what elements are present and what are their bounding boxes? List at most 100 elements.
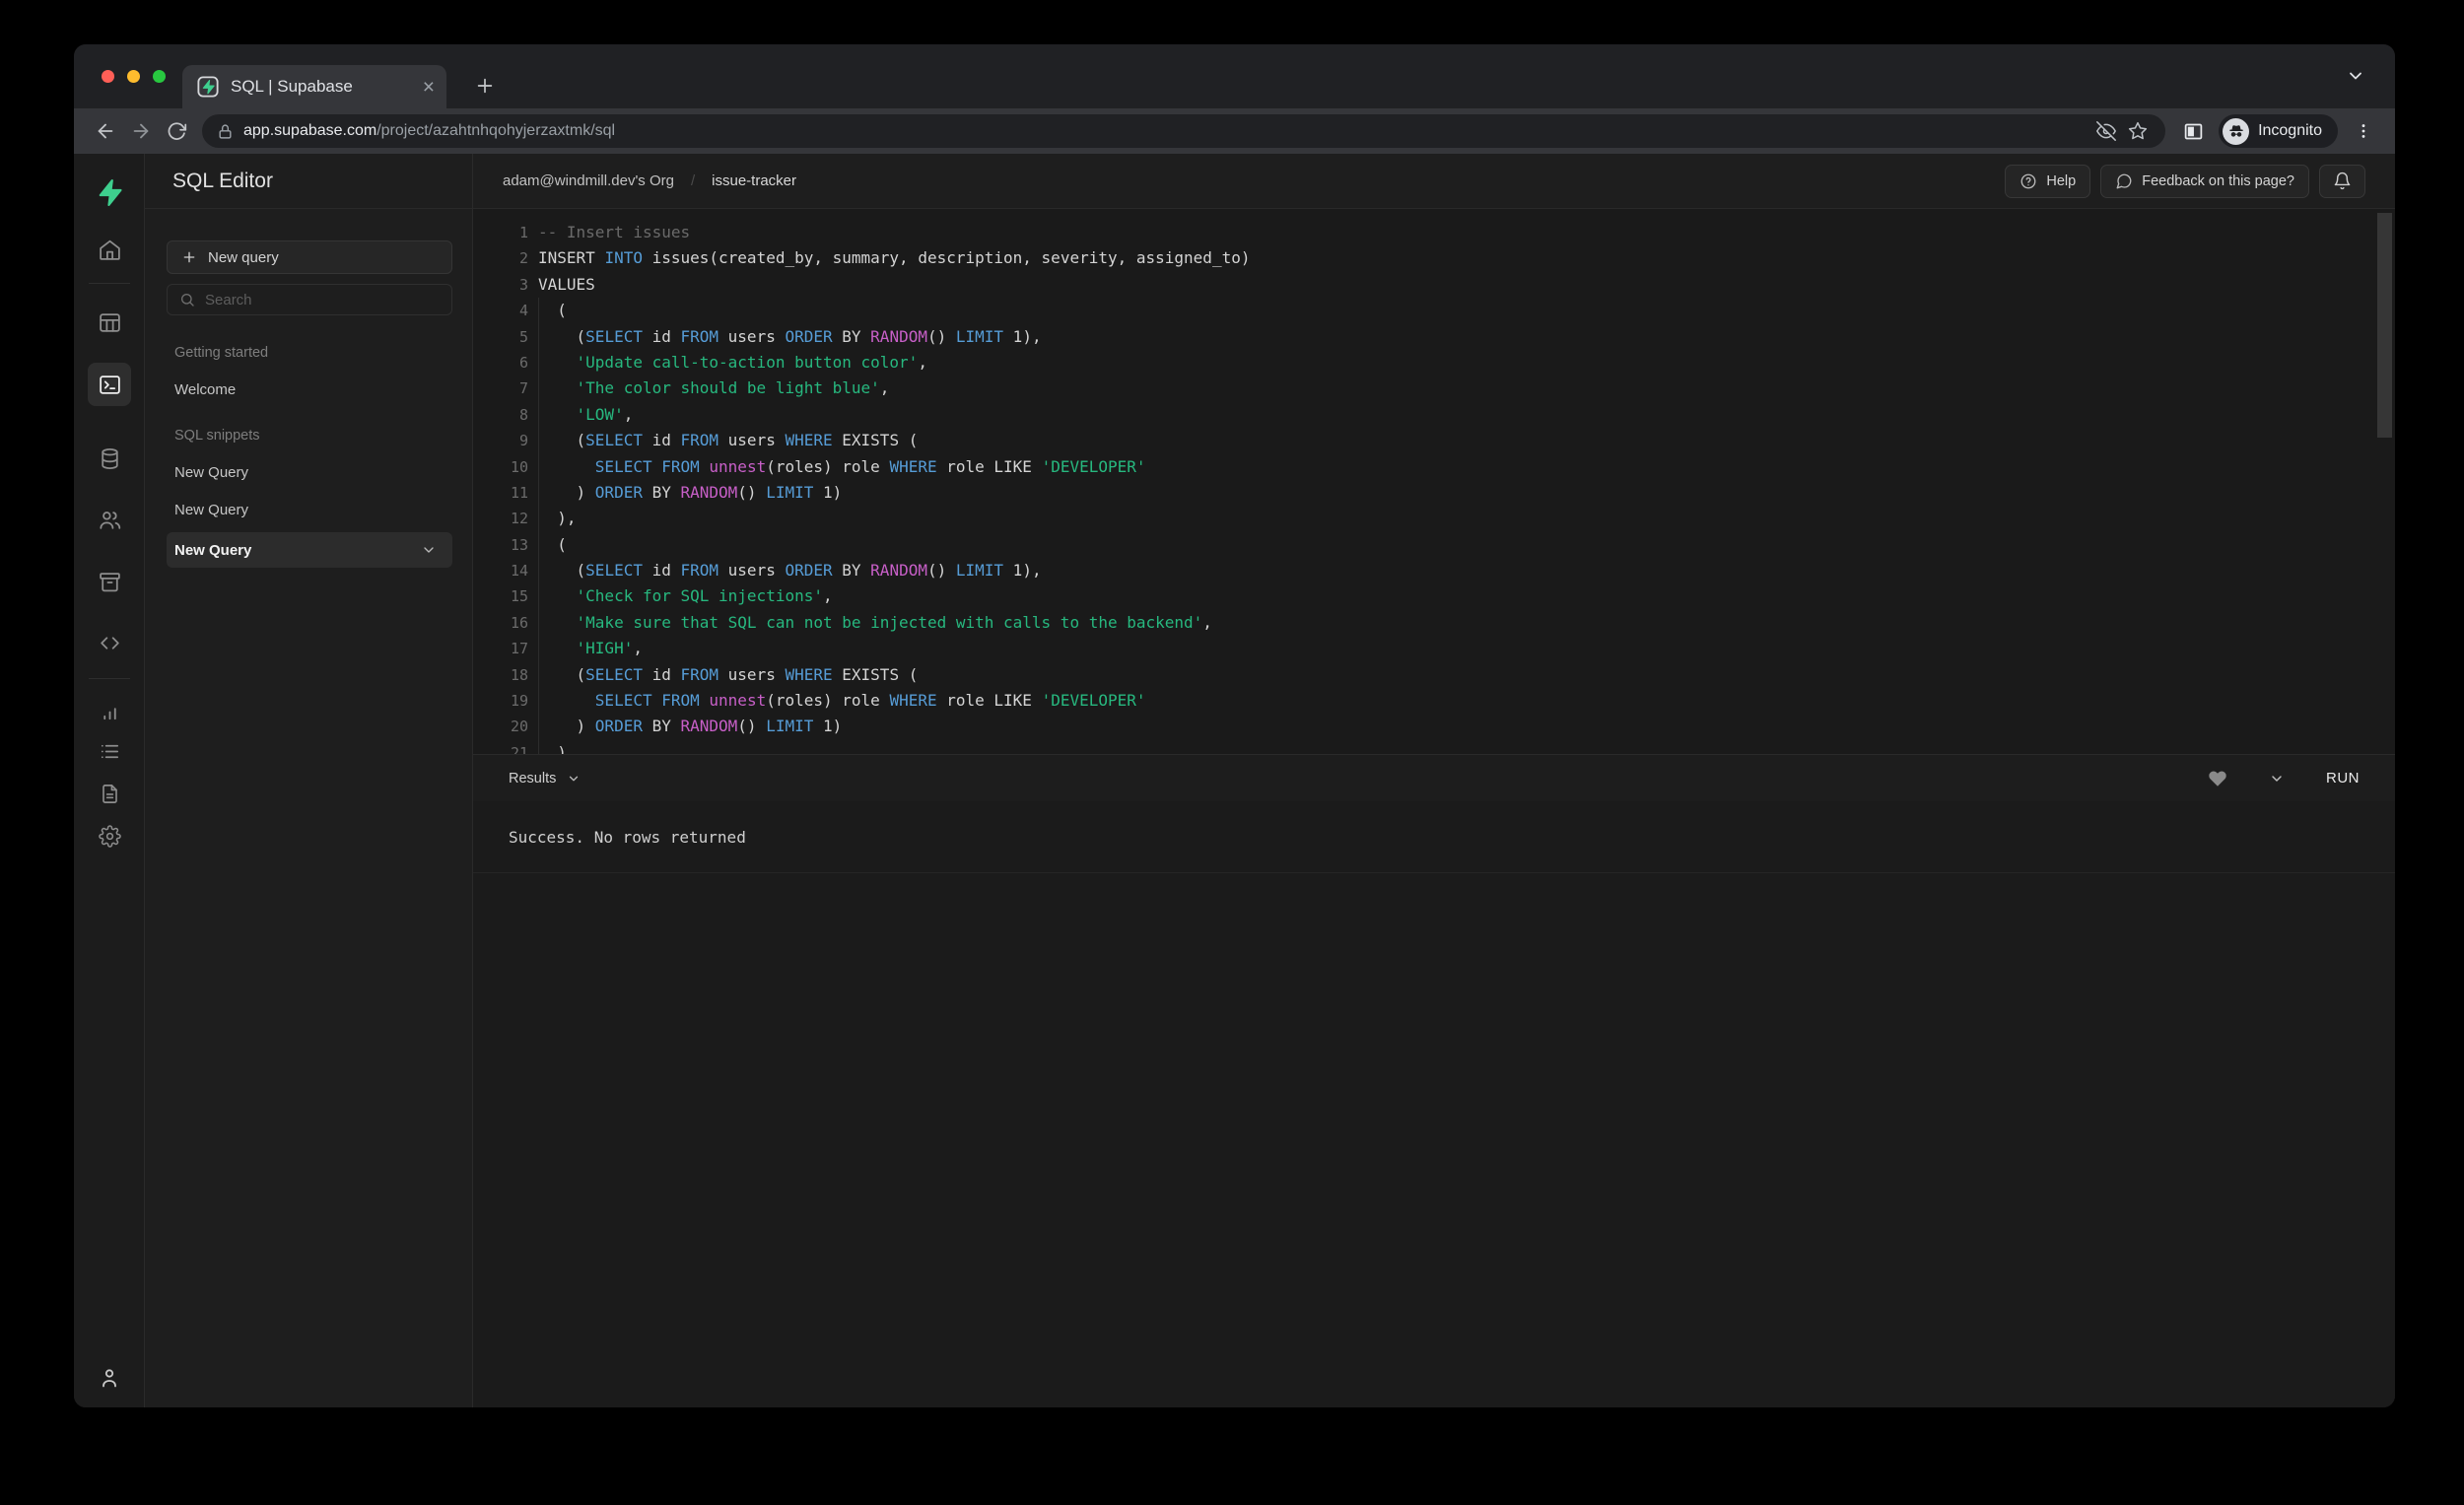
logs-list-icon[interactable]	[88, 729, 131, 773]
code-line[interactable]: 18 (SELECT id FROM users WHERE EXISTS (	[473, 662, 2395, 688]
browser-toolbar: app.supabase.com/project/azahtnhqohyjerz…	[74, 108, 2395, 154]
bottom-footer	[473, 872, 2395, 1407]
incognito-label: Incognito	[2258, 122, 2322, 139]
code-line[interactable]: 9 (SELECT id FROM users WHERE EXISTS (	[473, 428, 2395, 453]
sidebar-item-snippet-selected[interactable]: New Query	[167, 532, 452, 568]
zoom-window-button[interactable]	[153, 70, 166, 83]
account-person-icon[interactable]	[88, 1356, 131, 1400]
code-line[interactable]: 13 (	[473, 532, 2395, 558]
code-line[interactable]: 15 'Check for SQL injections',	[473, 583, 2395, 609]
rail-divider	[89, 283, 130, 284]
search-icon	[179, 292, 195, 308]
sidebar-item-welcome[interactable]: Welcome	[174, 381, 452, 398]
chevron-down-icon	[567, 772, 581, 786]
search-input[interactable]	[205, 291, 440, 308]
tab-close-icon[interactable]: ×	[423, 77, 435, 98]
code-line[interactable]: 16 'Make sure that SQL can not be inject…	[473, 610, 2395, 636]
code-line[interactable]: 4 (	[473, 298, 2395, 323]
side-panel-icon[interactable]	[2175, 113, 2211, 149]
run-button[interactable]: RUN	[2326, 770, 2360, 787]
docs-file-icon[interactable]	[88, 772, 131, 815]
storage-icon[interactable]	[88, 560, 131, 603]
code-line[interactable]: 8 'LOW',	[473, 402, 2395, 428]
supabase-logo-icon[interactable]	[88, 171, 131, 214]
results-output: Success. No rows returned	[473, 801, 2395, 872]
indent-guide	[538, 298, 539, 754]
url-host: app.supabase.com	[243, 122, 377, 139]
url-bar[interactable]: app.supabase.com/project/azahtnhqohyjerz…	[202, 114, 2166, 148]
url-path: /project/azahtnhqohyjerzaxtmk/sql	[376, 122, 616, 139]
breadcrumb-project[interactable]: issue-tracker	[712, 172, 796, 189]
new-tab-button[interactable]	[470, 71, 500, 101]
close-window-button[interactable]	[102, 70, 114, 83]
incognito-badge[interactable]: Incognito	[2219, 114, 2338, 148]
table-editor-icon[interactable]	[88, 301, 131, 344]
window-controls	[102, 70, 166, 83]
back-icon[interactable]	[88, 113, 123, 149]
home-icon[interactable]	[88, 228, 131, 271]
help-button[interactable]: Help	[2005, 164, 2091, 198]
code-line[interactable]: 5 (SELECT id FROM users ORDER BY RANDOM(…	[473, 324, 2395, 350]
search-input-wrap	[167, 284, 452, 315]
status-message: Success. No rows returned	[509, 827, 746, 847]
chevron-down-icon[interactable]	[421, 542, 437, 558]
forward-icon[interactable]	[123, 113, 159, 149]
code-lines: 1 -- Insert issues 2 INSERT INTO issues(cre…	[473, 220, 2395, 754]
code-line[interactable]: 21 ),	[473, 740, 2395, 754]
supabase-favicon-icon	[197, 76, 219, 98]
browser-menu-kebab-icon[interactable]	[2346, 113, 2381, 149]
breadcrumb-org[interactable]: adam@windmill.dev's Org	[503, 172, 674, 189]
code-line[interactable]: 10 SELECT FROM unnest(roles) role WHERE …	[473, 454, 2395, 480]
chevron-down-icon[interactable]	[2269, 771, 2285, 787]
code-line[interactable]: 11 ) ORDER BY RANDOM() LIMIT 1)	[473, 480, 2395, 506]
sql-editor-icon[interactable]	[88, 363, 131, 406]
code-line[interactable]: 1 -- Insert issues	[473, 220, 2395, 245]
bell-icon	[2333, 171, 2352, 190]
notifications-button[interactable]	[2319, 164, 2365, 198]
tab-title: SQL | Supabase	[231, 77, 353, 96]
chat-bubble-icon	[2115, 172, 2133, 190]
code-line[interactable]: 3 VALUES	[473, 272, 2395, 298]
database-icon[interactable]	[88, 437, 131, 480]
code-line[interactable]: 19 SELECT FROM unnest(roles) role WHERE …	[473, 688, 2395, 714]
code-line[interactable]: 14 (SELECT id FROM users ORDER BY RANDOM…	[473, 558, 2395, 583]
sidebar-item-snippet[interactable]: New Query	[174, 464, 452, 481]
sql-snippets-label: SQL snippets	[174, 428, 260, 444]
rail-divider	[89, 678, 130, 679]
sql-code-editor[interactable]: 1 -- Insert issues 2 INSERT INTO issues(cre…	[473, 209, 2395, 754]
code-line[interactable]: 12 ),	[473, 506, 2395, 531]
results-dropdown[interactable]: Results	[509, 771, 581, 787]
browser-window: SQL | Supabase × app.supabase.com/projec…	[74, 44, 2395, 1407]
editor-scrollbar[interactable]	[2377, 213, 2392, 438]
tab-strip: SQL | Supabase ×	[74, 44, 2395, 108]
feedback-button[interactable]: Feedback on this page?	[2100, 164, 2309, 198]
breadcrumb-separator: /	[690, 172, 696, 189]
incognito-avatar-icon	[2223, 117, 2250, 145]
settings-gear-icon[interactable]	[88, 814, 131, 857]
new-query-label: New query	[208, 248, 279, 266]
sidebar-item-snippet[interactable]: New Query	[174, 502, 452, 518]
plus-icon	[181, 249, 197, 265]
auth-users-icon[interactable]	[88, 498, 131, 541]
browser-tab[interactable]: SQL | Supabase ×	[182, 65, 446, 108]
api-code-icon[interactable]	[88, 621, 131, 664]
favorite-heart-icon[interactable]	[2208, 769, 2227, 788]
code-line[interactable]: 6 'Update call-to-action button color',	[473, 350, 2395, 376]
eye-off-icon[interactable]	[2090, 115, 2122, 147]
code-line[interactable]: 7 'The color should be light blue',	[473, 376, 2395, 401]
code-line[interactable]: 2 INSERT INTO issues(created_by, summary,…	[473, 245, 2395, 271]
minimize-window-button[interactable]	[127, 70, 140, 83]
tab-search-chevron-icon[interactable]	[2346, 66, 2365, 86]
help-circle-icon	[2019, 172, 2037, 190]
results-label: Results	[509, 770, 557, 787]
lock-icon	[217, 123, 234, 140]
reports-chart-icon[interactable]	[88, 690, 131, 733]
page-title: SQL Editor	[145, 154, 472, 209]
code-line[interactable]: 17 'HIGH',	[473, 636, 2395, 661]
code-line[interactable]: 20 ) ORDER BY RANDOM() LIMIT 1)	[473, 714, 2395, 739]
bookmark-star-icon[interactable]	[2122, 115, 2154, 147]
results-bar: Results RUN	[473, 754, 2395, 801]
reload-icon[interactable]	[159, 113, 194, 149]
project-header: adam@windmill.dev's Org / issue-tracker …	[473, 154, 2395, 209]
new-query-button[interactable]: New query	[167, 240, 452, 274]
